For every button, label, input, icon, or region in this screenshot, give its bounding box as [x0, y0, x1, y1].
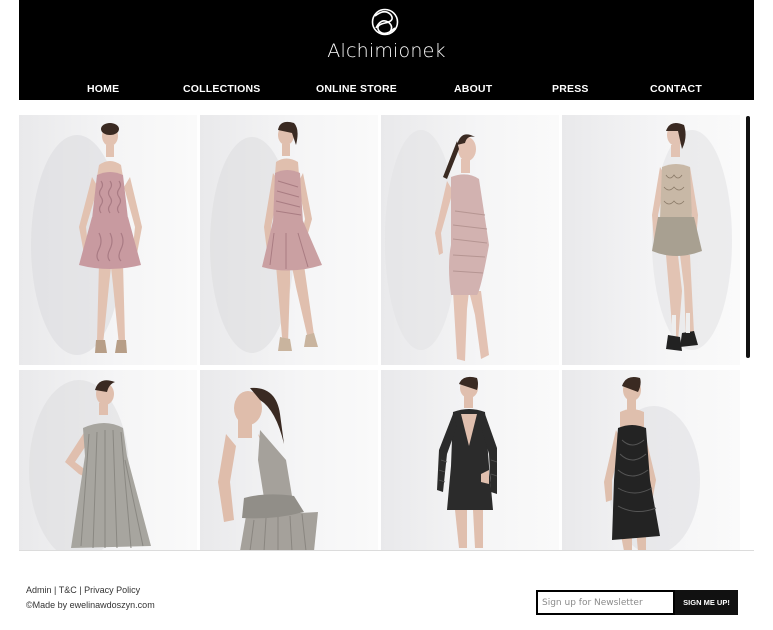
nav-about[interactable]: ABOUT	[454, 83, 492, 95]
footer-divider	[19, 550, 754, 551]
gallery-photo[interactable]	[562, 370, 740, 551]
photo-gallery	[19, 115, 741, 551]
credit-link[interactable]: ©Made by ewelinawdoszyn.com	[26, 600, 155, 610]
model-silver-halter-dress-image	[218, 387, 318, 551]
gallery-photo[interactable]	[19, 370, 197, 551]
nav-online-store[interactable]: ONLINE STORE	[316, 83, 397, 95]
model-lace-silver-dress-image	[652, 123, 732, 351]
nav-press[interactable]: PRESS	[552, 83, 589, 95]
privacy-policy-link[interactable]: Privacy Policy	[84, 585, 140, 595]
terms-link[interactable]: T&C	[59, 585, 77, 595]
brand-name[interactable]: Alchimionek	[19, 40, 754, 62]
model-pink-bodycon-dress-image	[385, 130, 489, 361]
model-silver-pleated-dress-image	[29, 380, 151, 551]
main-navigation: HOME COLLECTIONS ONLINE STORE ABOUT PRES…	[19, 83, 754, 99]
nav-contact[interactable]: CONTACT	[650, 83, 702, 95]
gallery-scrollbar[interactable]	[746, 116, 750, 358]
footer-links: Admin | T&C | Privacy Policy ©Made by ew…	[26, 583, 155, 613]
gallery-photo[interactable]	[381, 115, 559, 365]
gallery-photo[interactable]	[381, 370, 559, 551]
site-header: Alchimionek HOME COLLECTIONS ONLINE STOR…	[19, 0, 754, 100]
admin-link[interactable]: Admin	[26, 585, 52, 595]
gallery-photo[interactable]	[562, 115, 740, 365]
brand-logo-icon[interactable]	[368, 6, 402, 38]
model-blush-ruffle-dress-image	[31, 123, 142, 355]
model-black-draped-dress-image	[604, 377, 700, 551]
sign-me-up-button[interactable]: SIGN ME UP!	[675, 590, 738, 615]
model-black-lace-dress-image	[437, 376, 498, 548]
nav-collections[interactable]: COLLECTIONS	[183, 83, 260, 95]
separator: |	[79, 585, 82, 595]
model-blush-tulle-dress-image	[210, 121, 322, 353]
gallery-photo[interactable]	[19, 115, 197, 365]
newsletter-email-input[interactable]	[536, 590, 675, 615]
gallery-photo[interactable]	[200, 370, 378, 551]
separator: |	[54, 585, 57, 595]
nav-home[interactable]: HOME	[87, 83, 119, 95]
gallery-photo[interactable]	[200, 115, 378, 365]
